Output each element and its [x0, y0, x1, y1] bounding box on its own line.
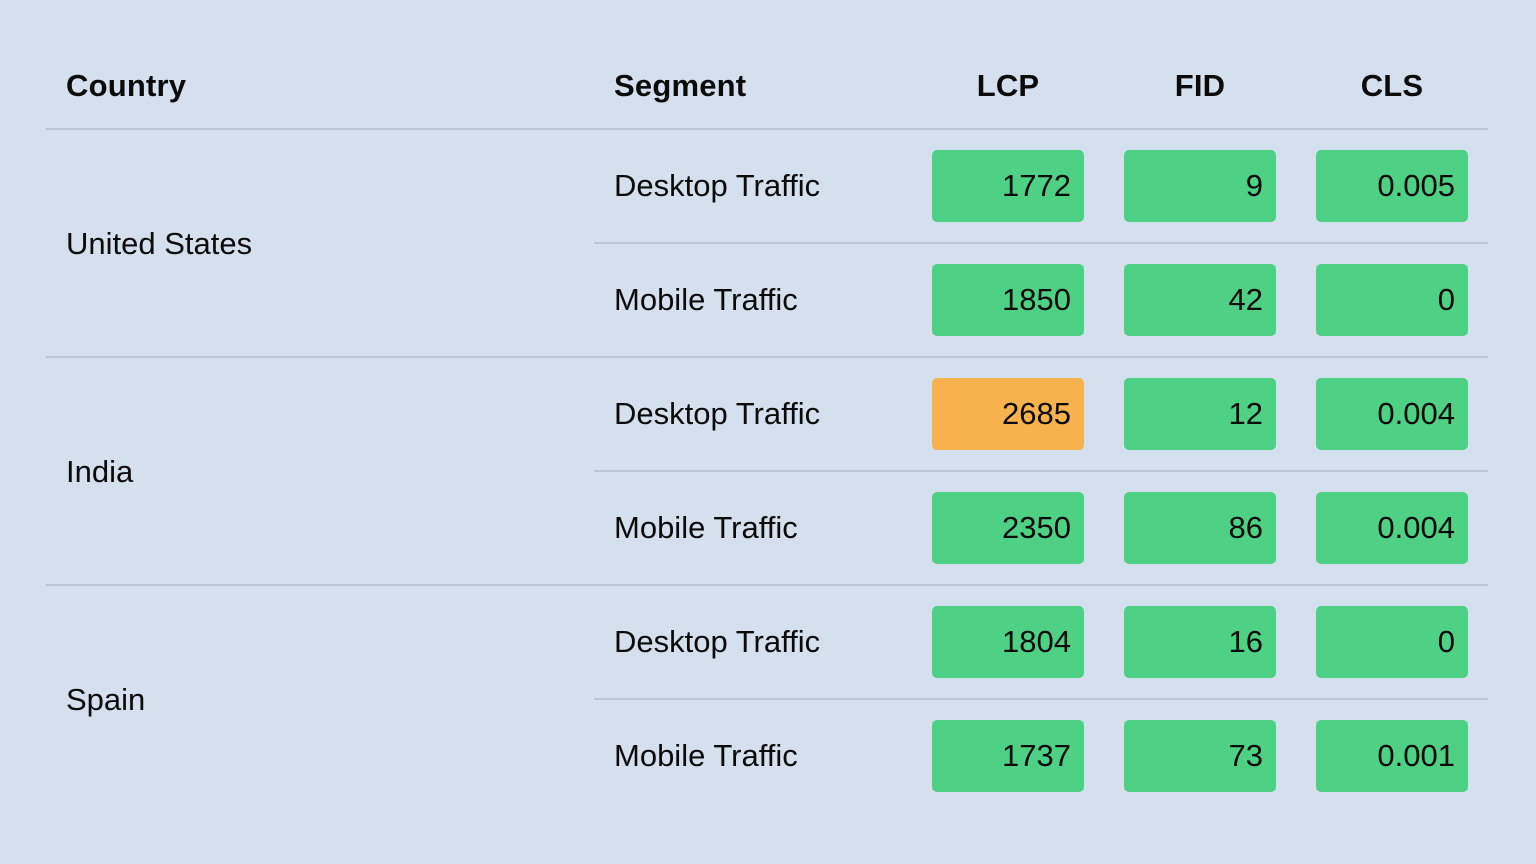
country-group: Spain Desktop Traffic 1804 16 0 Mobile T… [46, 586, 1488, 814]
table-row: Mobile Traffic 2350 86 0.004 [594, 472, 1488, 586]
cls-value-badge: 0 [1316, 606, 1468, 678]
lcp-value-badge: 1772 [932, 150, 1084, 222]
table-row: Mobile Traffic 1737 73 0.001 [594, 700, 1488, 814]
fid-value-badge: 73 [1124, 720, 1276, 792]
fid-value-badge: 9 [1124, 150, 1276, 222]
web-vitals-table: Country Segment LCP FID CLS United State… [46, 44, 1488, 814]
table-row: Mobile Traffic 1850 42 0 [594, 244, 1488, 358]
lcp-value-badge: 2685 [932, 378, 1084, 450]
lcp-value-badge: 1737 [932, 720, 1084, 792]
column-header-fid: FID [1174, 68, 1226, 103]
segment-label: Desktop Traffic [614, 168, 821, 203]
segment-label: Mobile Traffic [614, 510, 798, 545]
lcp-value-badge: 1850 [932, 264, 1084, 336]
lcp-value-badge: 2350 [932, 492, 1084, 564]
column-header-cls: CLS [1360, 68, 1424, 103]
country-label: United States [66, 226, 253, 261]
fid-value-badge: 12 [1124, 378, 1276, 450]
segment-label: Desktop Traffic [614, 624, 821, 659]
country-group: India Desktop Traffic 2685 12 0.004 Mobi… [46, 358, 1488, 586]
column-header-lcp: LCP [976, 68, 1040, 103]
column-header-country: Country [66, 68, 187, 103]
cls-value-badge: 0.005 [1316, 150, 1468, 222]
fid-value-badge: 16 [1124, 606, 1276, 678]
cls-value-badge: 0 [1316, 264, 1468, 336]
cls-value-badge: 0.004 [1316, 492, 1468, 564]
cls-value-badge: 0.001 [1316, 720, 1468, 792]
table-row: Desktop Traffic 1772 9 0.005 [594, 130, 1488, 244]
country-label: India [66, 454, 134, 489]
segment-label: Mobile Traffic [614, 738, 798, 773]
column-header-segment: Segment [614, 68, 747, 103]
fid-value-badge: 42 [1124, 264, 1276, 336]
lcp-value-badge: 1804 [932, 606, 1084, 678]
segment-label: Desktop Traffic [614, 396, 821, 431]
cls-value-badge: 0.004 [1316, 378, 1468, 450]
table-row: Desktop Traffic 2685 12 0.004 [594, 358, 1488, 472]
country-label: Spain [66, 682, 146, 717]
table-header: Country Segment LCP FID CLS [46, 44, 1488, 130]
country-group: United States Desktop Traffic 1772 9 0.0… [46, 130, 1488, 358]
table-row: Desktop Traffic 1804 16 0 [594, 586, 1488, 700]
segment-label: Mobile Traffic [614, 282, 798, 317]
fid-value-badge: 86 [1124, 492, 1276, 564]
